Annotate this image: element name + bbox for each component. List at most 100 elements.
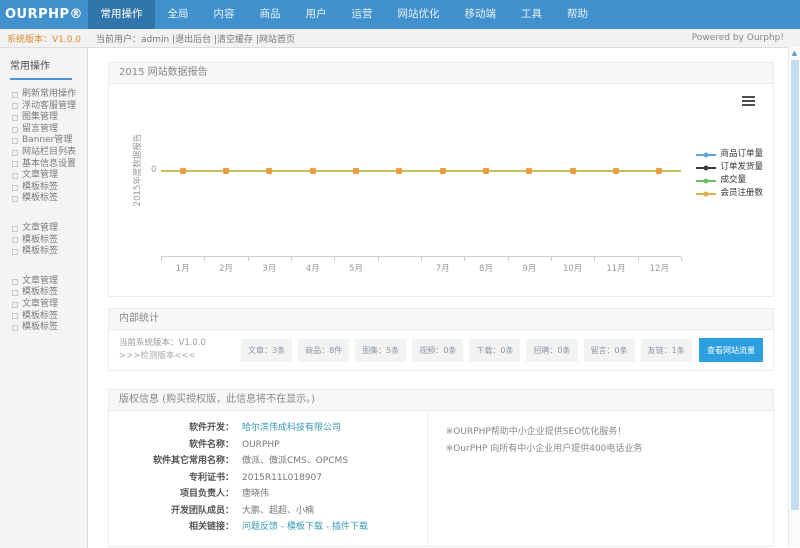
stat-chip-3: 图集：5条 xyxy=(355,339,406,362)
sidebar-group-1: 刷新常用操作浮动客服管理图集管理留言管理Banner管理网站栏目列表基本信息设置… xyxy=(0,89,87,205)
chart-toolbox-menu-icon[interactable] xyxy=(742,94,755,108)
copyright-panel-body: 软件开发：哈尔滨伟成科技有限公司软件名称：OURPHP软件其它常用名称：傲派、傲… xyxy=(109,411,773,546)
app-logo: OURPHP® xyxy=(0,0,88,29)
nav-item-2[interactable]: 全局 xyxy=(155,0,201,29)
legend-item-4[interactable]: 会员注册数 xyxy=(696,187,763,200)
nav-item-1[interactable]: 常用操作 xyxy=(88,0,155,29)
sidebar-item[interactable]: 留言管理 xyxy=(0,124,87,136)
nav-item-6[interactable]: 运营 xyxy=(339,0,385,29)
axis-tick xyxy=(248,257,249,261)
legend-marker-icon xyxy=(696,189,716,198)
data-point-marker xyxy=(396,168,402,174)
sidebar-item[interactable]: 浮动客服管理 xyxy=(0,101,87,113)
nav-item-8[interactable]: 移动端 xyxy=(452,0,509,29)
sidebar-item[interactable]: 模板标签 xyxy=(0,322,87,334)
copyright-notes: ※OURPHP帮助中小企业提供SEO优化服务！※OurPHP 向所有中小企业用户… xyxy=(428,411,773,546)
legend-item-3[interactable]: 成交量 xyxy=(696,174,763,187)
statusbar-link-2[interactable]: 清空缓存 xyxy=(217,35,253,45)
bullet-icon xyxy=(12,185,18,191)
scrollbar[interactable]: ▲ xyxy=(788,47,800,547)
copyright-info-rows: 软件开发：哈尔滨伟成科技有限公司软件名称：OURPHP软件其它常用名称：傲派、傲… xyxy=(109,411,428,546)
copyright-row: 项目负责人：唐晓伟 xyxy=(109,486,427,503)
sidebar-title-underline xyxy=(10,78,72,80)
copyright-row-value: 大鹏、超超、小楠 xyxy=(234,503,314,520)
x-axis-tick-label: 10月 xyxy=(563,262,582,274)
nav-item-3[interactable]: 内容 xyxy=(201,0,247,29)
copyright-row-value[interactable]: 哈尔滨伟成科技有限公司 xyxy=(234,420,341,437)
nav-item-9[interactable]: 工具 xyxy=(509,0,555,29)
sidebar-item[interactable]: 模板标签 xyxy=(0,193,87,205)
sidebar-item[interactable]: 文章管理 xyxy=(0,170,87,182)
stat-chip-4: 视频：0条 xyxy=(412,339,463,362)
legend-item-1[interactable]: 商品订单量 xyxy=(696,148,763,161)
statusbar-link-1[interactable]: 退出后台 xyxy=(175,35,211,45)
sidebar-item-label: 网站栏目列表 xyxy=(22,147,76,159)
bullet-icon xyxy=(12,92,18,98)
copyright-row-label: 软件开发： xyxy=(109,420,234,437)
sidebar-item[interactable]: 网站栏目列表 xyxy=(0,147,87,159)
view-traffic-button[interactable]: 查看网站流量 xyxy=(699,338,763,362)
sidebar-item[interactable]: 文章管理 xyxy=(0,223,87,235)
axis-tick xyxy=(161,257,162,261)
nav-item-10[interactable]: 帮助 xyxy=(555,0,601,29)
x-axis-tick-label: 11月 xyxy=(606,262,625,274)
copyright-row: 开发团队成员：大鹏、超超、小楠 xyxy=(109,503,427,520)
copyright-row-label: 软件其它常用名称： xyxy=(109,453,234,470)
sidebar-group-2: 文章管理模板标签模板标签 xyxy=(0,223,87,258)
bullet-icon xyxy=(12,150,18,156)
copyright-row: 软件其它常用名称：傲派、傲派CMS、OPCMS xyxy=(109,453,427,470)
copyright-row-value[interactable]: 问题反馈 - 模板下载 - 插件下载 xyxy=(234,519,368,536)
x-axis-tick-label: 2月 xyxy=(219,262,233,274)
sidebar-item[interactable]: 刷新常用操作 xyxy=(0,89,87,101)
sidebar-item[interactable]: 基本信息设置 xyxy=(0,159,87,171)
sidebar-item[interactable]: 图集管理 xyxy=(0,112,87,124)
axis-tick xyxy=(508,257,509,261)
top-navbar: OURPHP® 常用操作全局内容商品用户运营网站优化移动端工具帮助 xyxy=(0,0,800,29)
axis-tick xyxy=(291,257,292,261)
sidebar-item[interactable]: 模板标签 xyxy=(0,182,87,194)
sidebar-item[interactable]: Banner管理 xyxy=(0,135,87,147)
sidebar-item-label: Banner管理 xyxy=(22,135,72,147)
stats-panel-body: 当前系统版本：V1.0.0 >>>检测版本<<< 文章：3条商品：8件图集：5条… xyxy=(109,330,773,370)
scroll-up-icon[interactable]: ▲ xyxy=(789,47,800,57)
statusbar-link-3[interactable]: 网站首页 xyxy=(259,35,295,45)
sidebar-item[interactable]: 模板标签 xyxy=(0,235,87,247)
stat-chip-2: 商品：8件 xyxy=(298,339,349,362)
sidebar-item-label: 文章管理 xyxy=(22,170,58,182)
sidebar-item-label: 模板标签 xyxy=(22,193,58,205)
sidebar-item[interactable]: 文章管理 xyxy=(0,299,87,311)
bullet-icon xyxy=(12,313,18,319)
bullet-icon xyxy=(12,138,18,144)
x-axis-tick-label: 5月 xyxy=(349,262,363,274)
stats-panel: 内部统计 当前系统版本：V1.0.0 >>>检测版本<<< 文章：3条商品：8件… xyxy=(108,308,774,371)
x-axis-tick-label: 8月 xyxy=(479,262,493,274)
scrollbar-thumb[interactable] xyxy=(791,60,799,510)
chart-panel: 2015 网站数据报告 2015年度数据报告 0 1月2月3月4月5月7月8月9… xyxy=(108,62,774,297)
legend-item-2[interactable]: 订单发货量 xyxy=(696,161,763,174)
bullet-icon xyxy=(12,237,18,243)
sidebar: 常用操作 刷新常用操作浮动客服管理图集管理留言管理Banner管理网站栏目列表基… xyxy=(0,48,88,548)
sidebar-item[interactable]: 模板标签 xyxy=(0,246,87,258)
bullet-icon xyxy=(12,173,18,179)
sidebar-item-label: 留言管理 xyxy=(22,124,58,136)
sidebar-item[interactable]: 模板标签 xyxy=(0,287,87,299)
copyright-row: 专利证书：2015R11L018907 xyxy=(109,470,427,487)
stat-chip-1: 文章：3条 xyxy=(241,339,292,362)
copyright-row-label: 相关链接： xyxy=(109,519,234,536)
sidebar-item[interactable]: 模板标签 xyxy=(0,311,87,323)
nav-item-5[interactable]: 用户 xyxy=(293,0,339,29)
sidebar-item[interactable]: 文章管理 xyxy=(0,276,87,288)
nav-item-4[interactable]: 商品 xyxy=(247,0,293,29)
current-user-label: 当前用户：admin xyxy=(96,35,169,45)
legend-marker-icon xyxy=(696,150,716,159)
data-point-marker xyxy=(353,168,359,174)
system-version-text: 系统版本：V1.0.0 xyxy=(0,32,88,45)
x-axis-tick-label: 4月 xyxy=(306,262,320,274)
nav-item-7[interactable]: 网站优化 xyxy=(385,0,452,29)
bullet-icon xyxy=(12,325,18,331)
check-version-link[interactable]: >>>检测版本<<< xyxy=(119,350,235,363)
bullet-icon xyxy=(12,290,18,296)
sidebar-title: 常用操作 xyxy=(0,57,87,72)
x-axis-tick-label: 3月 xyxy=(262,262,276,274)
sidebar-item-label: 文章管理 xyxy=(22,223,58,235)
